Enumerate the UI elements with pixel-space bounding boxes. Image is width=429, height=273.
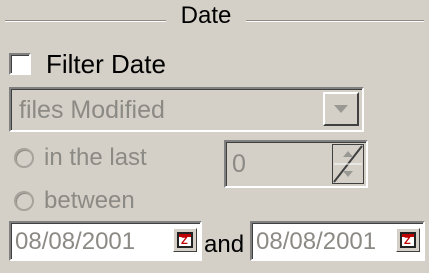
filter-date-row[interactable]: Filter Date [9,49,166,79]
calendar-icon [400,232,416,248]
chevron-down-icon [334,105,348,113]
start-date-value: 08/08/2001 [15,228,136,255]
end-date-field[interactable]: 08/08/2001 [250,221,425,261]
radio-in-the-last-row[interactable]: in the last [14,143,147,173]
and-label: and [204,231,245,258]
radio-between-row[interactable]: between [14,186,135,216]
start-date-calendar-button[interactable] [173,228,197,252]
filter-date-checkbox[interactable] [9,53,31,75]
modified-select[interactable]: files Modified [9,87,364,132]
radio-between-label: between [44,187,135,214]
group-title: Date [166,2,246,30]
last-count-spinner[interactable]: 0 [224,140,368,188]
calendar-icon [177,232,193,248]
start-date-field[interactable]: 08/08/2001 [9,221,202,261]
modified-select-value: files Modified [19,96,165,124]
spinner-value: 0 [232,150,246,178]
radio-in-the-last-label: in the last [44,144,147,171]
radio-in-the-last[interactable] [14,148,34,168]
spinner-button[interactable] [332,144,364,184]
spin-arrows-icon [333,145,363,183]
filter-date-label: Filter Date [46,49,166,79]
end-date-value: 08/08/2001 [256,228,377,255]
radio-between[interactable] [14,191,34,211]
end-date-calendar-button[interactable] [396,228,420,252]
dropdown-button[interactable] [323,92,359,126]
